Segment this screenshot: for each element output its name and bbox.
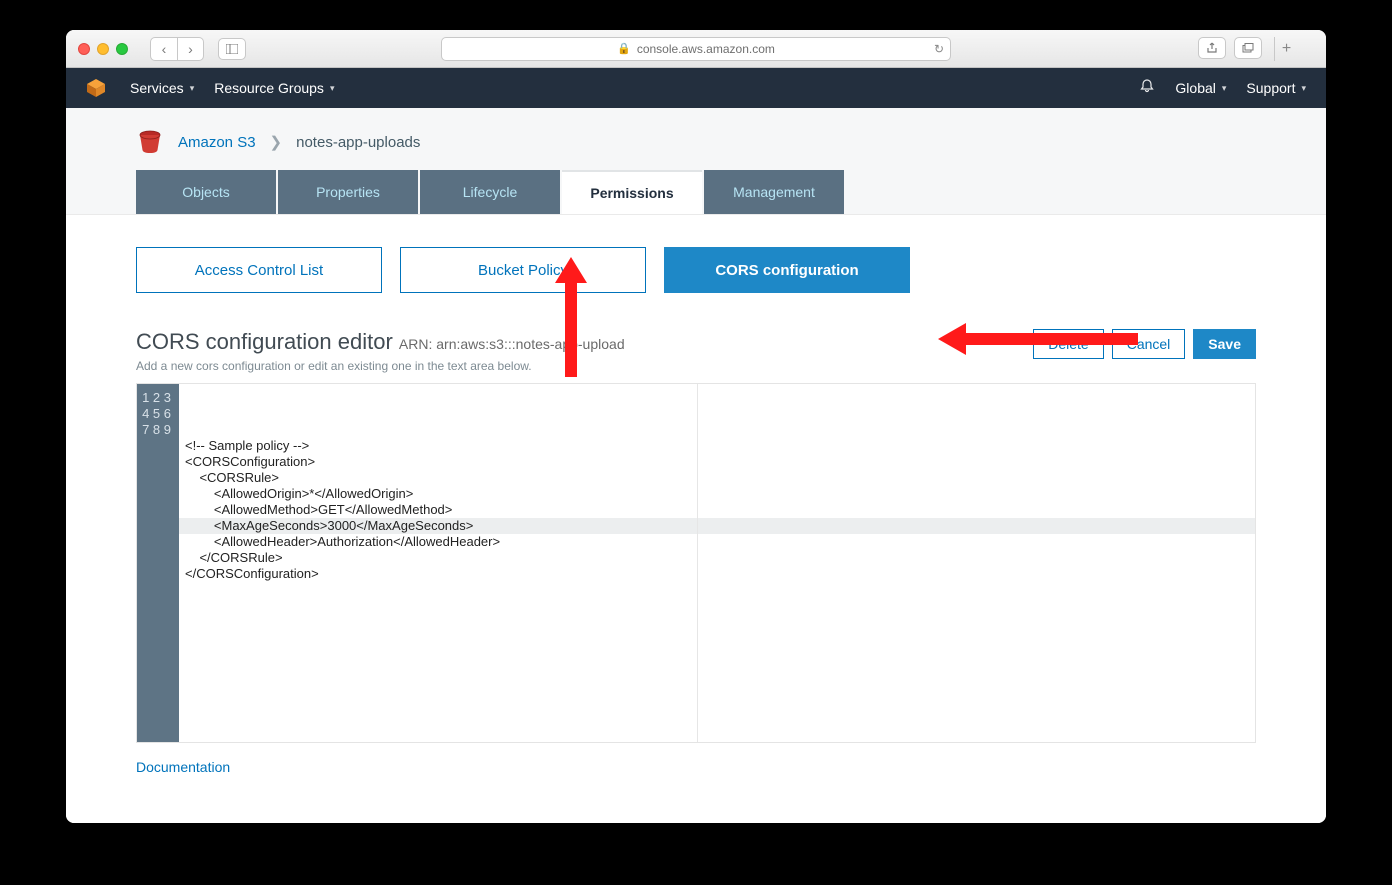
chevron-down-icon: ▾: [1301, 83, 1306, 94]
browser-chrome: ‹ › 🔒 console.aws.amazon.com ↻ +: [66, 30, 1326, 68]
tab-lifecycle[interactable]: Lifecycle: [420, 170, 560, 214]
browser-window: ‹ › 🔒 console.aws.amazon.com ↻ + Service…: [66, 30, 1326, 823]
editor-subtitle: Add a new cors configuration or edit an …: [136, 359, 625, 373]
perm-btn-access-control-list[interactable]: Access Control List: [136, 247, 382, 293]
nav-region[interactable]: Global ▾: [1175, 80, 1226, 96]
sidebar-toggle-button[interactable]: [218, 38, 246, 60]
new-tab-button[interactable]: +: [1274, 37, 1298, 61]
s3-bucket-icon: [136, 128, 164, 156]
editor-title-text: CORS configuration editor: [136, 329, 393, 354]
nav-resource-groups[interactable]: Resource Groups ▾: [214, 80, 334, 96]
nav-region-label: Global: [1175, 80, 1215, 96]
nav-buttons: ‹ ›: [150, 37, 204, 61]
chevron-down-icon: ▾: [190, 83, 195, 94]
editor-actions: Delete Cancel Save: [1033, 329, 1256, 359]
lock-icon: 🔒: [617, 42, 631, 55]
nav-support-label: Support: [1246, 80, 1295, 96]
back-button[interactable]: ‹: [151, 38, 177, 60]
tabs: ObjectsPropertiesLifecyclePermissionsMan…: [136, 170, 1326, 214]
content: Access Control List Bucket Policy CORS con…: [66, 215, 1326, 797]
tab-permissions[interactable]: Permissions: [562, 170, 702, 214]
code-text: <!-- Sample policy --> <CORSConfiguratio…: [185, 438, 1255, 582]
chrome-right: +: [1198, 37, 1314, 61]
breadcrumb-service[interactable]: Amazon S3: [178, 134, 256, 151]
save-button[interactable]: Save: [1193, 329, 1256, 359]
page: Amazon S3 ❯ notes-app-uploads ObjectsPro…: [66, 108, 1326, 823]
nav-services[interactable]: Services ▾: [130, 80, 194, 96]
line-gutter: 1 2 3 4 5 6 7 8 9: [137, 384, 179, 742]
forward-button[interactable]: ›: [177, 38, 203, 60]
nav-resource-groups-label: Resource Groups: [214, 80, 324, 96]
notifications-icon[interactable]: [1139, 78, 1155, 99]
chevron-down-icon: ▾: [330, 83, 335, 94]
arn-value: arn:aws:s3:::notes-app-upload: [436, 336, 624, 352]
editor-header: CORS configuration editor ARN: arn:aws:s…: [136, 329, 1256, 373]
tab-objects[interactable]: Objects: [136, 170, 276, 214]
address-bar[interactable]: 🔒 console.aws.amazon.com ↻: [441, 37, 951, 61]
arn-label: ARN:: [399, 336, 432, 352]
breadcrumb: Amazon S3 ❯ notes-app-uploads: [66, 120, 1326, 170]
close-window-icon[interactable]: [78, 43, 90, 55]
editor-guide-line: [697, 384, 698, 742]
maximize-window-icon[interactable]: [116, 43, 128, 55]
documentation-link[interactable]: Documentation: [136, 759, 230, 775]
url: console.aws.amazon.com: [637, 42, 775, 56]
aws-logo-icon[interactable]: [86, 78, 106, 98]
breadcrumb-separator: ❯: [270, 133, 283, 151]
share-button[interactable]: [1198, 37, 1226, 59]
nav-services-label: Services: [130, 80, 184, 96]
chevron-down-icon: ▾: [1222, 83, 1227, 94]
nav-support[interactable]: Support ▾: [1246, 80, 1306, 96]
code-editor[interactable]: 1 2 3 4 5 6 7 8 9 <!-- Sample policy -->…: [136, 383, 1256, 743]
minimize-window-icon[interactable]: [97, 43, 109, 55]
delete-button[interactable]: Delete: [1033, 329, 1103, 359]
window-controls: [78, 43, 128, 55]
tabs-button[interactable]: [1234, 37, 1262, 59]
editor-arn: ARN: arn:aws:s3:::notes-app-upload: [399, 336, 625, 352]
code-area[interactable]: <!-- Sample policy --> <CORSConfiguratio…: [179, 384, 1255, 742]
tab-management[interactable]: Management: [704, 170, 844, 214]
cancel-button[interactable]: Cancel: [1112, 329, 1186, 359]
perm-btn-bucket-policy[interactable]: Bucket Policy: [400, 247, 646, 293]
aws-top-nav: Services ▾ Resource Groups ▾ Global ▾ Su…: [66, 68, 1326, 108]
perm-btn-cors-configuration[interactable]: CORS configuration: [664, 247, 910, 293]
breadcrumb-bucket: notes-app-uploads: [296, 134, 420, 151]
permission-sub-tabs: Access Control List Bucket Policy CORS con…: [136, 247, 1256, 293]
tab-properties[interactable]: Properties: [278, 170, 418, 214]
reload-icon[interactable]: ↻: [934, 42, 944, 56]
header-area: Amazon S3 ❯ notes-app-uploads ObjectsPro…: [66, 108, 1326, 215]
editor-title: CORS configuration editor ARN: arn:aws:s…: [136, 329, 625, 354]
